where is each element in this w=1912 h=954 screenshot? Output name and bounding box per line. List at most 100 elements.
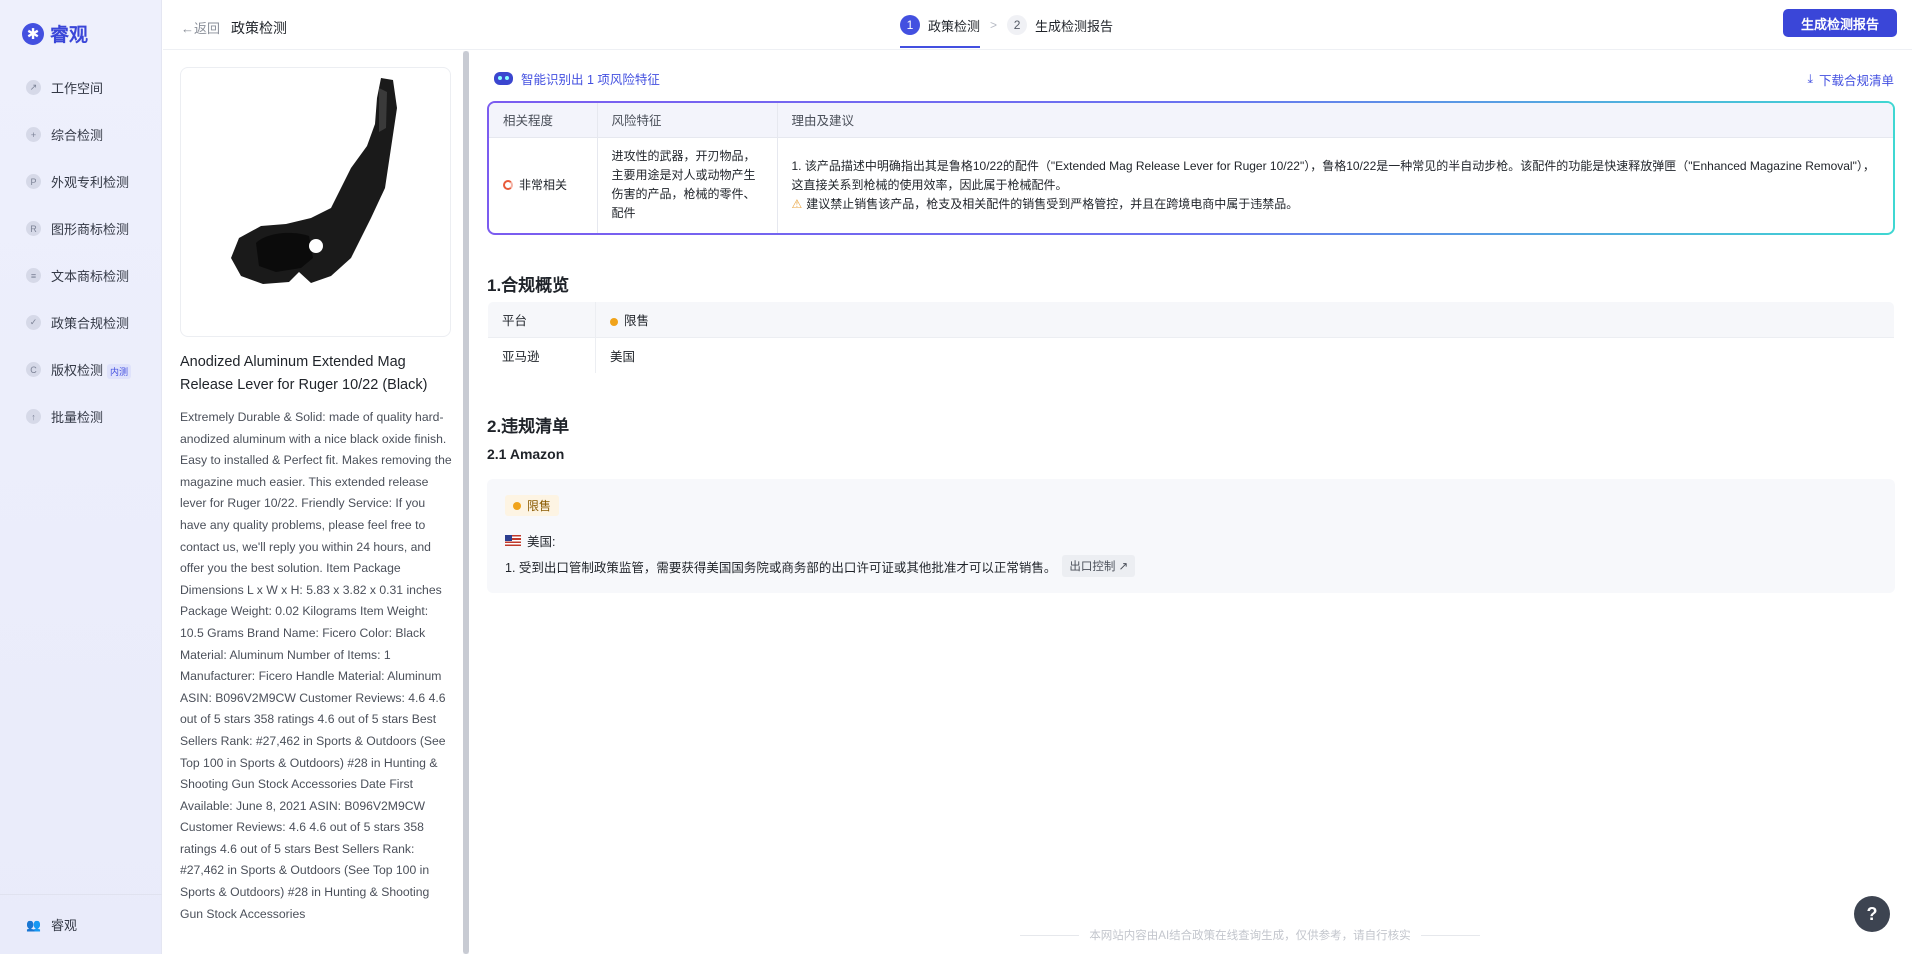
sidebar-item-text-trademark[interactable]: ≡ 文本商标检测 xyxy=(0,252,162,299)
step-generate-report[interactable]: 2 生成检测报告 xyxy=(1007,0,1113,50)
main-content: 智能识别出 1 项风险特征 ⤓ 下载合规清单 相关程度 风险特征 理由及建议 非… xyxy=(470,51,1912,954)
sidebar-item-label: 版权检测 内测 xyxy=(51,360,132,379)
sidebar-item-batch[interactable]: ↑ 批量检测 xyxy=(0,393,162,440)
high-risk-icon xyxy=(503,180,513,191)
restricted-tag: 限售 xyxy=(505,495,560,516)
country-label: 美国: xyxy=(527,535,556,549)
sidebar-item-graphic-trademark[interactable]: R 图形商标检测 xyxy=(0,205,162,252)
overview-title: 1.合规概览 xyxy=(487,276,570,295)
check-circle-icon: ✓ xyxy=(26,315,41,330)
brand-logo[interactable]: ✱ 睿观 xyxy=(22,20,88,47)
relevance-text: 非常相关 xyxy=(519,177,568,192)
overview-header-row: 平台 限售 xyxy=(488,302,1894,338)
search-plus-icon: + xyxy=(26,127,41,142)
download-compliance-list-link[interactable]: ⤓ 下载合规清单 xyxy=(1807,70,1894,89)
sidebar-item-workspace[interactable]: ↗ 工作空间 xyxy=(0,64,162,111)
table-row: 非常相关 进攻性的武器，开刃物品，主要用途是对人或动物产生伤害的产品，枪械的零件… xyxy=(489,136,1893,233)
patent-icon: P xyxy=(26,174,41,189)
sidebar-item-policy-compliance[interactable]: ✓ 政策合规检测 xyxy=(0,299,162,346)
ai-robot-icon xyxy=(494,72,513,85)
divider xyxy=(1420,934,1480,936)
sidebar-item-comprehensive[interactable]: + 综合检测 xyxy=(0,111,162,158)
warning-icon: ⚠ xyxy=(791,196,803,211)
sidebar: ✱ 睿观 ↗ 工作空间 + 综合检测 P 外观专利检测 R 图形商标检测 ≡ 文… xyxy=(0,0,162,954)
platform-header: 平台 xyxy=(488,302,596,338)
chevron-right-icon: > xyxy=(990,18,998,32)
copyright-icon: C xyxy=(26,362,41,377)
back-link[interactable]: ←返回 xyxy=(181,18,220,37)
disclaimer-text: 本网站内容由AI结合政策在线查询生成，仅供参考，请自行核实 xyxy=(1089,930,1411,942)
reason-text: 1. 该产品描述中明确指出其是鲁格10/22的配件（"Extended Mag … xyxy=(791,158,1875,192)
logo-icon: ✱ xyxy=(22,22,44,45)
status-label: 限售 xyxy=(624,314,650,328)
mag-release-lever-image xyxy=(231,78,397,284)
violations-subtitle: 2.1 Amazon xyxy=(487,446,565,462)
product-panel-scrollbar[interactable] xyxy=(463,51,469,954)
page-title: 政策检测 xyxy=(231,20,287,36)
product-panel: Anodized Aluminum Extended Mag Release L… xyxy=(163,51,463,954)
table-row: 亚马逊 美国 xyxy=(488,337,1894,373)
sidebar-item-design-patent[interactable]: P 外观专利检测 xyxy=(0,158,162,205)
sidebar-item-label: 政策合规检测 xyxy=(51,316,130,331)
text-icon: ≡ xyxy=(26,268,41,283)
user-name: 睿观 xyxy=(50,918,77,933)
step-policy-check[interactable]: 1 政策检测 xyxy=(900,0,981,50)
relevance-level: 非常相关 xyxy=(503,176,583,195)
beta-badge: 内测 xyxy=(107,364,132,379)
region-cell: 美国 xyxy=(595,337,1894,373)
risk-summary-text: 智能识别出 1 项风险特征 xyxy=(521,73,660,87)
help-button[interactable]: ? xyxy=(1854,896,1890,932)
product-description: Extremely Durable & Solid: made of quali… xyxy=(180,410,452,921)
sidebar-item-label: 外观专利检测 xyxy=(51,175,130,190)
divider xyxy=(1020,934,1080,936)
risk-table: 相关程度 风险特征 理由及建议 非常相关 进攻性的武器，开刃物品，主要用途是对人… xyxy=(489,103,1893,233)
reason-cell: 1. 该产品描述中明确指出其是鲁格10/22的配件（"Extended Mag … xyxy=(777,136,1893,233)
sidebar-item-label: 工作空间 xyxy=(51,81,104,96)
platform-cell: 亚马逊 xyxy=(488,337,596,373)
tag-label: 限售 xyxy=(527,499,552,513)
status-dot-icon xyxy=(610,317,618,326)
country-row: 美国: xyxy=(505,531,555,550)
us-flag-icon xyxy=(505,535,521,546)
risk-table-container: 相关程度 风险特征 理由及建议 非常相关 进攻性的武器，开刃物品，主要用途是对人… xyxy=(487,101,1895,235)
column-header-relevance: 相关程度 xyxy=(489,103,598,137)
status-header: 限售 xyxy=(595,302,1894,338)
export-control-link[interactable]: 出口控制 ↗ xyxy=(1062,555,1136,577)
product-image xyxy=(180,67,451,337)
risk-summary: 智能识别出 1 项风险特征 xyxy=(494,69,660,88)
trend-icon: ↗ xyxy=(26,80,41,95)
relevance-cell: 非常相关 xyxy=(489,136,598,233)
product-name: Anodized Aluminum Extended Mag Release L… xyxy=(180,354,428,393)
copyright-label: 版权检测 xyxy=(51,363,104,378)
sidebar-item-copyright[interactable]: C 版权检测 内测 xyxy=(0,346,162,393)
violations-title: 2.违规清单 xyxy=(487,417,570,436)
suggestion-text: 建议禁止销售该产品，枪支及相关配件的销售受到严格管控，并且在跨境电商中属于违禁品… xyxy=(806,196,1299,211)
step-number: 2 xyxy=(1007,15,1028,35)
trademark-icon: R xyxy=(26,221,41,236)
feature-cell: 进攻性的武器，开刃物品，主要用途是对人或动物产生伤害的产品，枪械的零件、配件 xyxy=(597,136,778,233)
violation-card: 限售 美国: 1. 受到出口管制政策监管，需要获得美国国务院或商务部的出口许可证… xyxy=(487,479,1895,593)
brand-name: 睿观 xyxy=(50,25,89,46)
user-menu[interactable]: 👥 睿观 xyxy=(0,894,162,954)
sidebar-nav: ↗ 工作空间 + 综合检测 P 外观专利检测 R 图形商标检测 ≡ 文本商标检测… xyxy=(0,64,162,440)
sidebar-item-label: 图形商标检测 xyxy=(51,222,130,237)
violation-item-text: 1. 受到出口管制政策监管，需要获得美国国务院或商务部的出口许可证或其他批准才可… xyxy=(505,560,1057,575)
sidebar-item-label: 文本商标检测 xyxy=(51,269,130,284)
top-header: ←返回 政策检测 1 政策检测 > 2 生成检测报告 生成检测报告 xyxy=(163,0,1912,50)
sidebar-item-label: 综合检测 xyxy=(51,128,104,143)
status-dot-icon xyxy=(513,501,521,510)
suggestion-row: ⚠ 建议禁止销售该产品，枪支及相关配件的销售受到严格管控，并且在跨境电商中属于违禁… xyxy=(792,195,1880,214)
upload-icon: ↑ xyxy=(26,409,41,424)
step-indicator: 1 政策检测 > 2 生成检测报告 xyxy=(900,0,1113,50)
violation-item: 1. 受到出口管制政策监管，需要获得美国国务院或商务部的出口许可证或其他批准才可… xyxy=(505,555,1136,577)
download-icon: ⤓ xyxy=(1807,72,1813,86)
download-label: 下载合规清单 xyxy=(1818,74,1894,88)
overview-table: 平台 限售 亚马逊 美国 xyxy=(487,301,1895,374)
scrollbar-thumb[interactable] xyxy=(463,51,469,954)
step-number: 1 xyxy=(900,15,920,35)
step-label: 生成检测报告 xyxy=(1035,18,1114,34)
column-header-reason: 理由及建议 xyxy=(777,103,1893,137)
footer-disclaimer: 本网站内容由AI结合政策在线查询生成，仅供参考，请自行核实 xyxy=(1020,927,1480,943)
generate-report-button[interactable]: 生成检测报告 xyxy=(1782,9,1897,37)
sidebar-item-label: 批量检测 xyxy=(51,410,104,425)
